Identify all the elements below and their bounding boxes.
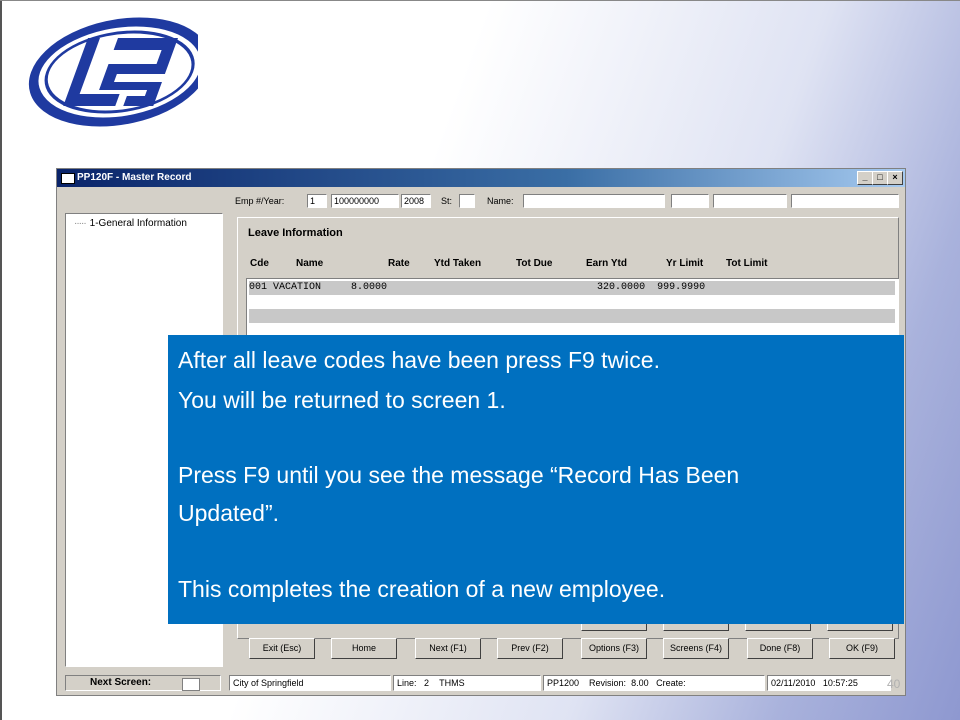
callout-line-5: This completes the creation of a new emp…: [178, 576, 666, 602]
callout-line-3: Press F9 until you see the message “Reco…: [178, 462, 740, 488]
leave-row[interactable]: 001 VACATION 8.0000 320.0000 999.9990: [249, 281, 895, 295]
name-field[interactable]: [523, 194, 665, 208]
leave-row-empty[interactable]: [249, 295, 895, 309]
tree-connector-icon: ·····: [74, 218, 87, 229]
screens-button[interactable]: Screens (F4): [663, 638, 729, 659]
window-titlebar: PP120F - Master Record _ □ ×: [57, 169, 905, 187]
name-field-3[interactable]: [713, 194, 787, 208]
name-label: Name:: [487, 196, 514, 206]
slide-border-top: [0, 0, 960, 1]
name-field-4[interactable]: [791, 194, 899, 208]
emp-type-field[interactable]: 1: [307, 194, 327, 208]
status-field[interactable]: [459, 194, 475, 208]
window-icon: [61, 173, 75, 184]
emp-year-field[interactable]: 2008: [401, 194, 431, 208]
instruction-callout: After all leave codes have been press F9…: [168, 335, 904, 624]
slide-border: [0, 0, 2, 720]
line-info: Line: 2 THMS: [393, 675, 541, 691]
leave-row-empty[interactable]: [249, 309, 895, 323]
column-header-ytd-taken: Ytd Taken: [434, 258, 482, 269]
tree-item-general-information[interactable]: ····· 1-General Information: [74, 218, 187, 229]
column-header-tot-limit: Tot Limit: [726, 258, 768, 269]
callout-line-2: You will be returned to screen 1.: [178, 387, 506, 413]
status-bar: Next Screen: City of Springfield Line: 2…: [57, 672, 905, 695]
create-datetime: 02/11/2010 10:57:25: [767, 675, 891, 691]
callout-line-4: Updated”.: [178, 500, 280, 526]
options-button[interactable]: Options (F3): [581, 638, 647, 659]
window-title: PP120F - Master Record: [77, 172, 192, 183]
emp-year-label: Emp #/Year:: [235, 196, 285, 206]
maximize-button[interactable]: □: [872, 171, 888, 185]
organization-name: City of Springfield: [229, 675, 391, 691]
next-screen-label: Next Screen:: [65, 675, 221, 691]
column-header-cde: Cde: [250, 258, 269, 269]
column-header-tot-due: Tot Due: [516, 258, 553, 269]
next-screen-input[interactable]: [182, 678, 200, 691]
column-header-earn-ytd: Earn Ytd: [586, 258, 627, 269]
column-header-rate: Rate: [388, 258, 410, 269]
column-header-name: Name: [296, 258, 324, 269]
prev-button[interactable]: Prev (F2): [497, 638, 563, 659]
minimize-button[interactable]: _: [857, 171, 873, 185]
close-button[interactable]: ×: [887, 171, 903, 185]
slide-page-number: 40: [887, 677, 901, 691]
next-button[interactable]: Next (F1): [415, 638, 481, 659]
column-header-yr-limit: Yr Limit: [666, 258, 704, 269]
status-label: St:: [441, 196, 453, 206]
name-field-2[interactable]: [671, 194, 709, 208]
callout-line-1: After all leave codes have been press F9…: [178, 347, 660, 373]
program-info: PP1200 Revision: 8.00 Create:: [543, 675, 765, 691]
done-button[interactable]: Done (F8): [747, 638, 813, 659]
home-button[interactable]: Home: [331, 638, 397, 659]
company-logo: [28, 17, 198, 127]
section-title: Leave Information: [248, 227, 343, 239]
emp-number-field[interactable]: 100000000: [331, 194, 399, 208]
ok-button[interactable]: OK (F9): [829, 638, 895, 659]
exit-button[interactable]: Exit (Esc): [249, 638, 315, 659]
